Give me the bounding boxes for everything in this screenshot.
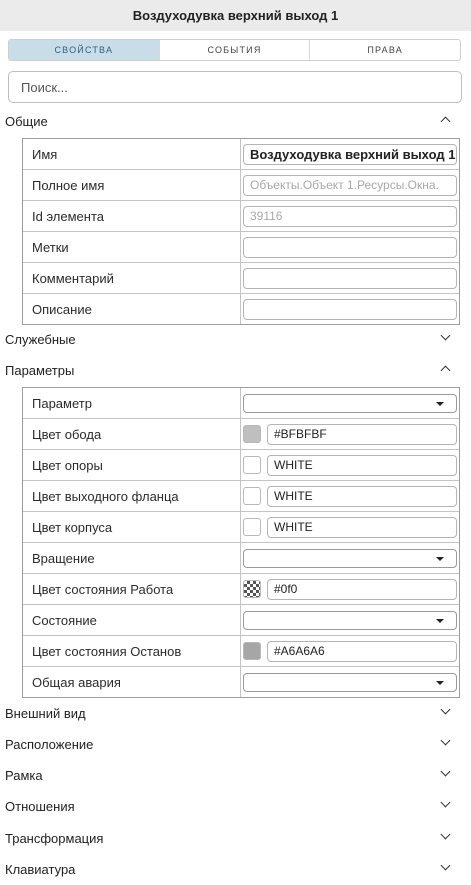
- chevron-down-icon[interactable]: [440, 704, 451, 715]
- section-service-header[interactable]: Служебные: [0, 324, 471, 355]
- property-label: Вращение: [23, 543, 241, 573]
- property-label: Состояние: [23, 605, 241, 635]
- rotation-select[interactable]: [243, 548, 457, 568]
- name-field[interactable]: Воздуходувка верхний выход 1: [243, 143, 457, 165]
- search-input[interactable]: [8, 71, 462, 103]
- caret-down-icon: [436, 618, 444, 623]
- property-label: Описание: [23, 294, 241, 324]
- property-row-name: Имя Воздуходувка верхний выход 1: [23, 139, 459, 170]
- property-label: Общая авария: [23, 667, 241, 697]
- section-parameters-header[interactable]: Параметры: [0, 355, 471, 386]
- property-label: Цвет опоры: [23, 450, 241, 480]
- comment-field[interactable]: [243, 267, 457, 289]
- property-label: Комментарий: [23, 263, 241, 293]
- section-general-title: Общие: [5, 114, 48, 129]
- general-properties-table: Имя Воздуходувка верхний выход 1 Полное …: [22, 138, 460, 325]
- section-transform-header[interactable]: Трансформация: [0, 823, 471, 854]
- section-frame-title: Рамка: [5, 768, 43, 783]
- property-row-flange-color: Цвет выходного фланца WHITE: [23, 481, 459, 512]
- chevron-down-icon[interactable]: [440, 860, 451, 871]
- section-appearance-header[interactable]: Внешний вид: [0, 698, 471, 729]
- property-row-description: Описание: [23, 294, 459, 324]
- section-parameters-title: Параметры: [5, 363, 75, 378]
- chevron-down-icon[interactable]: [440, 735, 451, 746]
- flange-color-field[interactable]: WHITE: [267, 485, 457, 507]
- caret-down-icon: [436, 556, 444, 561]
- rim-color-field[interactable]: #BFBFBF: [267, 423, 457, 445]
- stop-color-field[interactable]: #A6A6A6: [267, 640, 457, 662]
- section-location-title: Расположение: [5, 737, 94, 752]
- tab-properties[interactable]: СВОЙСТВА: [9, 40, 160, 60]
- property-label: Цвет выходного фланца: [23, 481, 241, 511]
- property-label: Цвет корпуса: [23, 512, 241, 542]
- property-row-state: Состояние: [23, 605, 459, 636]
- chevron-down-icon[interactable]: [440, 829, 451, 840]
- property-row-body-color: Цвет корпуса WHITE: [23, 512, 459, 543]
- chevron-up-icon[interactable]: [440, 116, 451, 127]
- caret-down-icon: [436, 401, 444, 406]
- chevron-down-icon[interactable]: [440, 797, 451, 808]
- property-row-support-color: Цвет опоры WHITE: [23, 450, 459, 481]
- property-label: Цвет состояния Останов: [23, 636, 241, 666]
- caret-down-icon: [436, 680, 444, 685]
- full-name-field: Объекты.Объект 1.Ресурсы.Окна.: [243, 174, 457, 196]
- element-id-field: 39116: [243, 205, 457, 227]
- color-swatch[interactable]: [243, 425, 261, 443]
- property-row-general-alarm: Общая авария: [23, 667, 459, 697]
- property-label: Параметр: [23, 388, 241, 418]
- section-transform-title: Трансформация: [5, 831, 104, 846]
- chevron-down-icon[interactable]: [440, 766, 451, 777]
- color-swatch[interactable]: [243, 487, 261, 505]
- support-color-field[interactable]: WHITE: [267, 454, 457, 476]
- section-location-header[interactable]: Расположение: [0, 729, 471, 760]
- panel-title: Воздуходувка верхний выход 1: [0, 0, 471, 31]
- chevron-up-icon[interactable]: [440, 365, 451, 376]
- property-label: Имя: [23, 139, 241, 169]
- property-row-full-name: Полное имя Объекты.Объект 1.Ресурсы.Окна…: [23, 170, 459, 201]
- property-label: Полное имя: [23, 170, 241, 200]
- property-row-work-color: Цвет состояния Работа #0f0: [23, 574, 459, 605]
- color-swatch[interactable]: [243, 518, 261, 536]
- property-label: Метки: [23, 232, 241, 262]
- state-select[interactable]: [243, 610, 457, 630]
- parameters-table: Параметр Цвет обода #BFBFBF Цвет опоры W…: [22, 387, 460, 698]
- property-row-tags: Метки: [23, 232, 459, 263]
- parameter-select[interactable]: [243, 393, 457, 413]
- property-row-parameter: Параметр: [23, 388, 459, 419]
- section-keyboard-title: Клавиатура: [5, 862, 76, 877]
- section-general-header[interactable]: Общие: [0, 106, 471, 137]
- chevron-down-icon[interactable]: [440, 330, 451, 341]
- property-label: Цвет состояния Работа: [23, 574, 241, 604]
- section-relations-header[interactable]: Отношения: [0, 791, 471, 822]
- work-color-field[interactable]: #0f0: [267, 578, 457, 600]
- property-row-element-id: Id элемента 39116: [23, 201, 459, 232]
- property-label: Цвет обода: [23, 419, 241, 449]
- tab-events[interactable]: СОБЫТИЯ: [160, 40, 311, 60]
- general-alarm-select[interactable]: [243, 672, 457, 692]
- tags-field[interactable]: [243, 236, 457, 258]
- section-appearance-title: Внешний вид: [5, 706, 86, 721]
- section-service-title: Служебные: [5, 332, 76, 347]
- tab-rights[interactable]: ПРАВА: [310, 40, 460, 60]
- section-relations-title: Отношения: [5, 799, 75, 814]
- color-swatch[interactable]: [243, 456, 261, 474]
- section-frame-header[interactable]: Рамка: [0, 760, 471, 791]
- body-color-field[interactable]: WHITE: [267, 516, 457, 538]
- property-row-rotation: Вращение: [23, 543, 459, 574]
- description-field[interactable]: [243, 298, 457, 320]
- tab-bar: СВОЙСТВА СОБЫТИЯ ПРАВА: [8, 39, 461, 61]
- section-keyboard-header[interactable]: Клавиатура: [0, 854, 471, 885]
- property-row-comment: Комментарий: [23, 263, 459, 294]
- property-label: Id элемента: [23, 201, 241, 231]
- color-swatch[interactable]: [243, 580, 261, 598]
- property-row-rim-color: Цвет обода #BFBFBF: [23, 419, 459, 450]
- property-row-stop-color: Цвет состояния Останов #A6A6A6: [23, 636, 459, 667]
- color-swatch[interactable]: [243, 642, 261, 660]
